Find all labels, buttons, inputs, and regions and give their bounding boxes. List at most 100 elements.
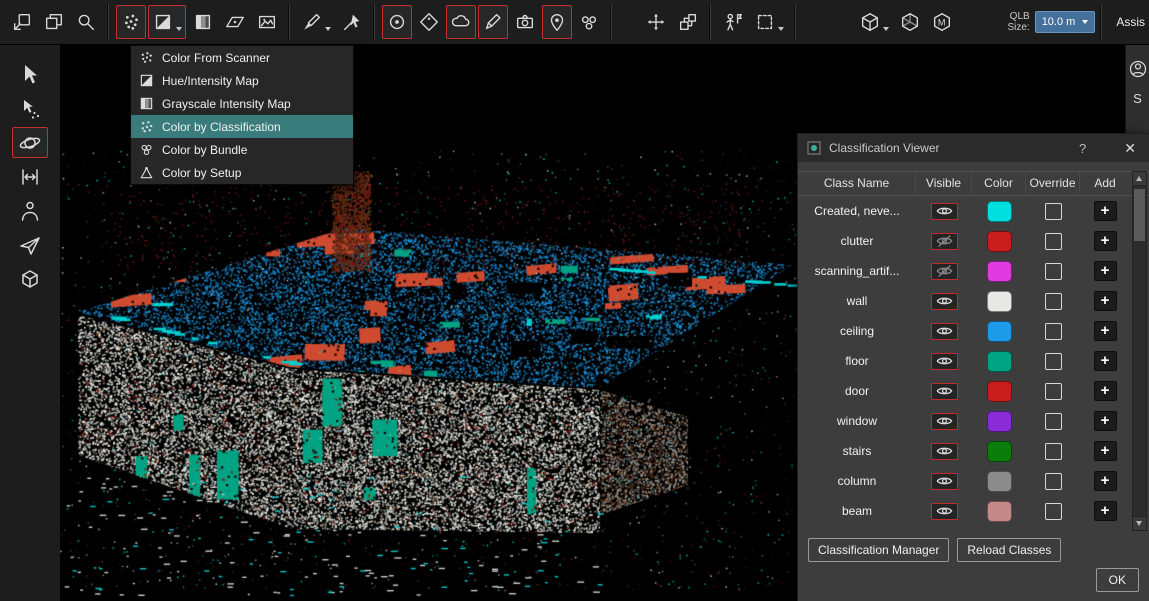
class-color-swatch[interactable] (987, 291, 1012, 312)
class-color-swatch[interactable] (987, 411, 1012, 432)
override-checkbox[interactable] (1045, 443, 1062, 460)
assist-s-label[interactable]: S (1133, 91, 1142, 106)
bundle-button[interactable] (574, 5, 604, 39)
cube-model-button[interactable]: M (927, 5, 957, 39)
registration-button[interactable] (673, 5, 703, 39)
brush-tool-button[interactable] (297, 5, 335, 39)
class-color-swatch[interactable] (987, 261, 1012, 282)
class-color-swatch[interactable] (987, 471, 1012, 492)
reload-classes-button[interactable]: Reload Classes (957, 538, 1061, 562)
qlb-size-select[interactable]: 10.0 m (1035, 11, 1096, 33)
override-checkbox[interactable] (1045, 473, 1062, 490)
image-view-button[interactable] (252, 5, 282, 39)
pointer-tool-button[interactable] (12, 59, 48, 90)
add-class-button[interactable]: + (1094, 351, 1117, 371)
visibility-toggle[interactable] (931, 203, 958, 220)
class-color-swatch[interactable] (987, 441, 1012, 462)
override-checkbox[interactable] (1045, 353, 1062, 370)
override-checkbox[interactable] (1045, 263, 1062, 280)
help-button[interactable]: ? (1075, 141, 1090, 156)
hue-intensity-map-button[interactable] (148, 5, 186, 39)
visibility-toggle[interactable] (931, 473, 958, 490)
pan-tool-button[interactable] (12, 161, 48, 192)
visibility-toggle[interactable] (931, 413, 958, 430)
override-checkbox[interactable] (1045, 233, 1062, 250)
add-class-button[interactable]: + (1094, 411, 1117, 431)
cube-wireframe-button[interactable] (895, 5, 925, 39)
color-from-scanner-button[interactable] (116, 5, 146, 39)
add-class-button[interactable]: + (1094, 471, 1117, 491)
scroll-down-icon[interactable] (1133, 516, 1146, 530)
zoom-tool-button[interactable] (71, 5, 101, 39)
walkthrough-button[interactable] (718, 5, 748, 39)
visibility-toggle[interactable] (931, 503, 958, 520)
orbit-tool-button[interactable] (12, 127, 48, 158)
override-checkbox[interactable] (1045, 413, 1062, 430)
visibility-toggle[interactable] (931, 293, 958, 310)
cube-view-button[interactable] (855, 5, 893, 39)
visibility-toggle[interactable] (931, 323, 958, 340)
scroll-up-icon[interactable] (1133, 172, 1146, 186)
add-class-button[interactable]: + (1094, 291, 1117, 311)
menu-item-color-from-scanner[interactable]: Color From Scanner (131, 46, 353, 69)
ortho-map-icon (224, 11, 246, 33)
cloud-annotation-button[interactable] (446, 5, 476, 39)
class-color-swatch[interactable] (987, 321, 1012, 342)
class-color-swatch[interactable] (987, 231, 1012, 252)
brush-icon (301, 11, 323, 33)
close-button[interactable]: ✕ (1120, 140, 1140, 157)
menu-item-color-by-classification[interactable]: Color by Classification (131, 115, 353, 138)
menu-item-color-by-bundle[interactable]: Color by Bundle (131, 138, 353, 161)
export-view-button[interactable] (7, 5, 37, 39)
box-mode-button[interactable] (12, 263, 48, 294)
class-color-swatch[interactable] (987, 501, 1012, 522)
visibility-toggle[interactable] (931, 263, 958, 280)
visibility-toggle[interactable] (931, 383, 958, 400)
classification-manager-button[interactable]: Classification Manager (808, 538, 949, 562)
duplicate-window-button[interactable] (39, 5, 69, 39)
visibility-toggle[interactable] (931, 353, 958, 370)
select-points-button[interactable] (12, 93, 48, 124)
grayscale-intensity-button[interactable] (188, 5, 218, 39)
override-checkbox[interactable] (1045, 203, 1062, 220)
add-class-button[interactable]: + (1094, 321, 1117, 341)
class-color-swatch[interactable] (987, 201, 1012, 222)
visibility-toggle[interactable] (931, 233, 958, 250)
ok-button[interactable]: OK (1096, 568, 1139, 592)
fly-tool-button[interactable] (12, 229, 48, 260)
scrollbar-thumb[interactable] (1134, 189, 1145, 241)
class-color-swatch[interactable] (987, 381, 1012, 402)
override-checkbox[interactable] (1045, 503, 1062, 520)
override-checkbox[interactable] (1045, 323, 1062, 340)
target-marker-button[interactable] (382, 5, 412, 39)
move-point-button[interactable] (641, 5, 671, 39)
location-marker-button[interactable] (542, 5, 572, 39)
cube-m-icon: M (931, 11, 953, 33)
tag-marker-button[interactable] (414, 5, 444, 39)
selection-box-button[interactable] (750, 5, 788, 39)
menu-item-hue-intensity[interactable]: Hue/Intensity Map (131, 69, 353, 92)
duplicate-window-icon (43, 11, 65, 33)
table-row: scanning_artif... + (798, 256, 1149, 286)
walk-view-button[interactable] (12, 195, 48, 226)
pick-ray-button[interactable] (337, 5, 367, 39)
scrollbar[interactable] (1132, 171, 1147, 531)
override-checkbox[interactable] (1045, 383, 1062, 400)
add-class-button[interactable]: + (1094, 231, 1117, 251)
menu-item-grayscale[interactable]: Grayscale Intensity Map (131, 92, 353, 115)
camera-snapshot-button[interactable] (510, 5, 540, 39)
assist-user-icon[interactable] (1128, 59, 1148, 79)
class-color-swatch[interactable] (987, 351, 1012, 372)
add-class-button[interactable]: + (1094, 381, 1117, 401)
ortho-map-button[interactable] (220, 5, 250, 39)
pen-annotation-button[interactable] (478, 5, 508, 39)
add-class-button[interactable]: + (1094, 201, 1117, 221)
override-checkbox[interactable] (1045, 293, 1062, 310)
add-class-button[interactable]: + (1094, 441, 1117, 461)
visibility-toggle[interactable] (931, 443, 958, 460)
menu-item-color-by-setup[interactable]: Color by Setup (131, 161, 353, 184)
add-class-button[interactable]: + (1094, 501, 1117, 521)
assist-panel-title[interactable]: Assis (1108, 15, 1149, 29)
table-row: stairs + (798, 436, 1149, 466)
add-class-button[interactable]: + (1094, 261, 1117, 281)
